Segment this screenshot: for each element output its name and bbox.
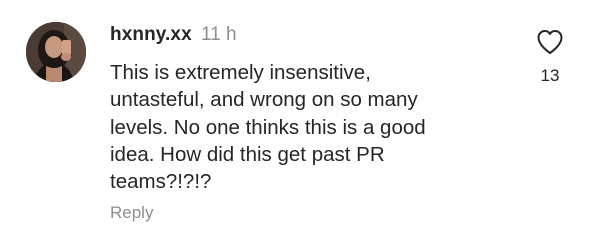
comment-item: hxnny.xx 11 h This is extremely insensit… xyxy=(0,0,600,240)
avatar[interactable] xyxy=(26,22,86,82)
timestamp: 11 h xyxy=(201,24,237,45)
like-button[interactable] xyxy=(536,29,564,55)
reply-button[interactable]: Reply xyxy=(110,203,153,223)
username[interactable]: hxnny.xx xyxy=(110,24,192,46)
heart-outline-icon xyxy=(537,30,563,54)
comment-text: This is extremely insensitive, untastefu… xyxy=(110,61,426,194)
like-count: 13 xyxy=(540,66,560,85)
